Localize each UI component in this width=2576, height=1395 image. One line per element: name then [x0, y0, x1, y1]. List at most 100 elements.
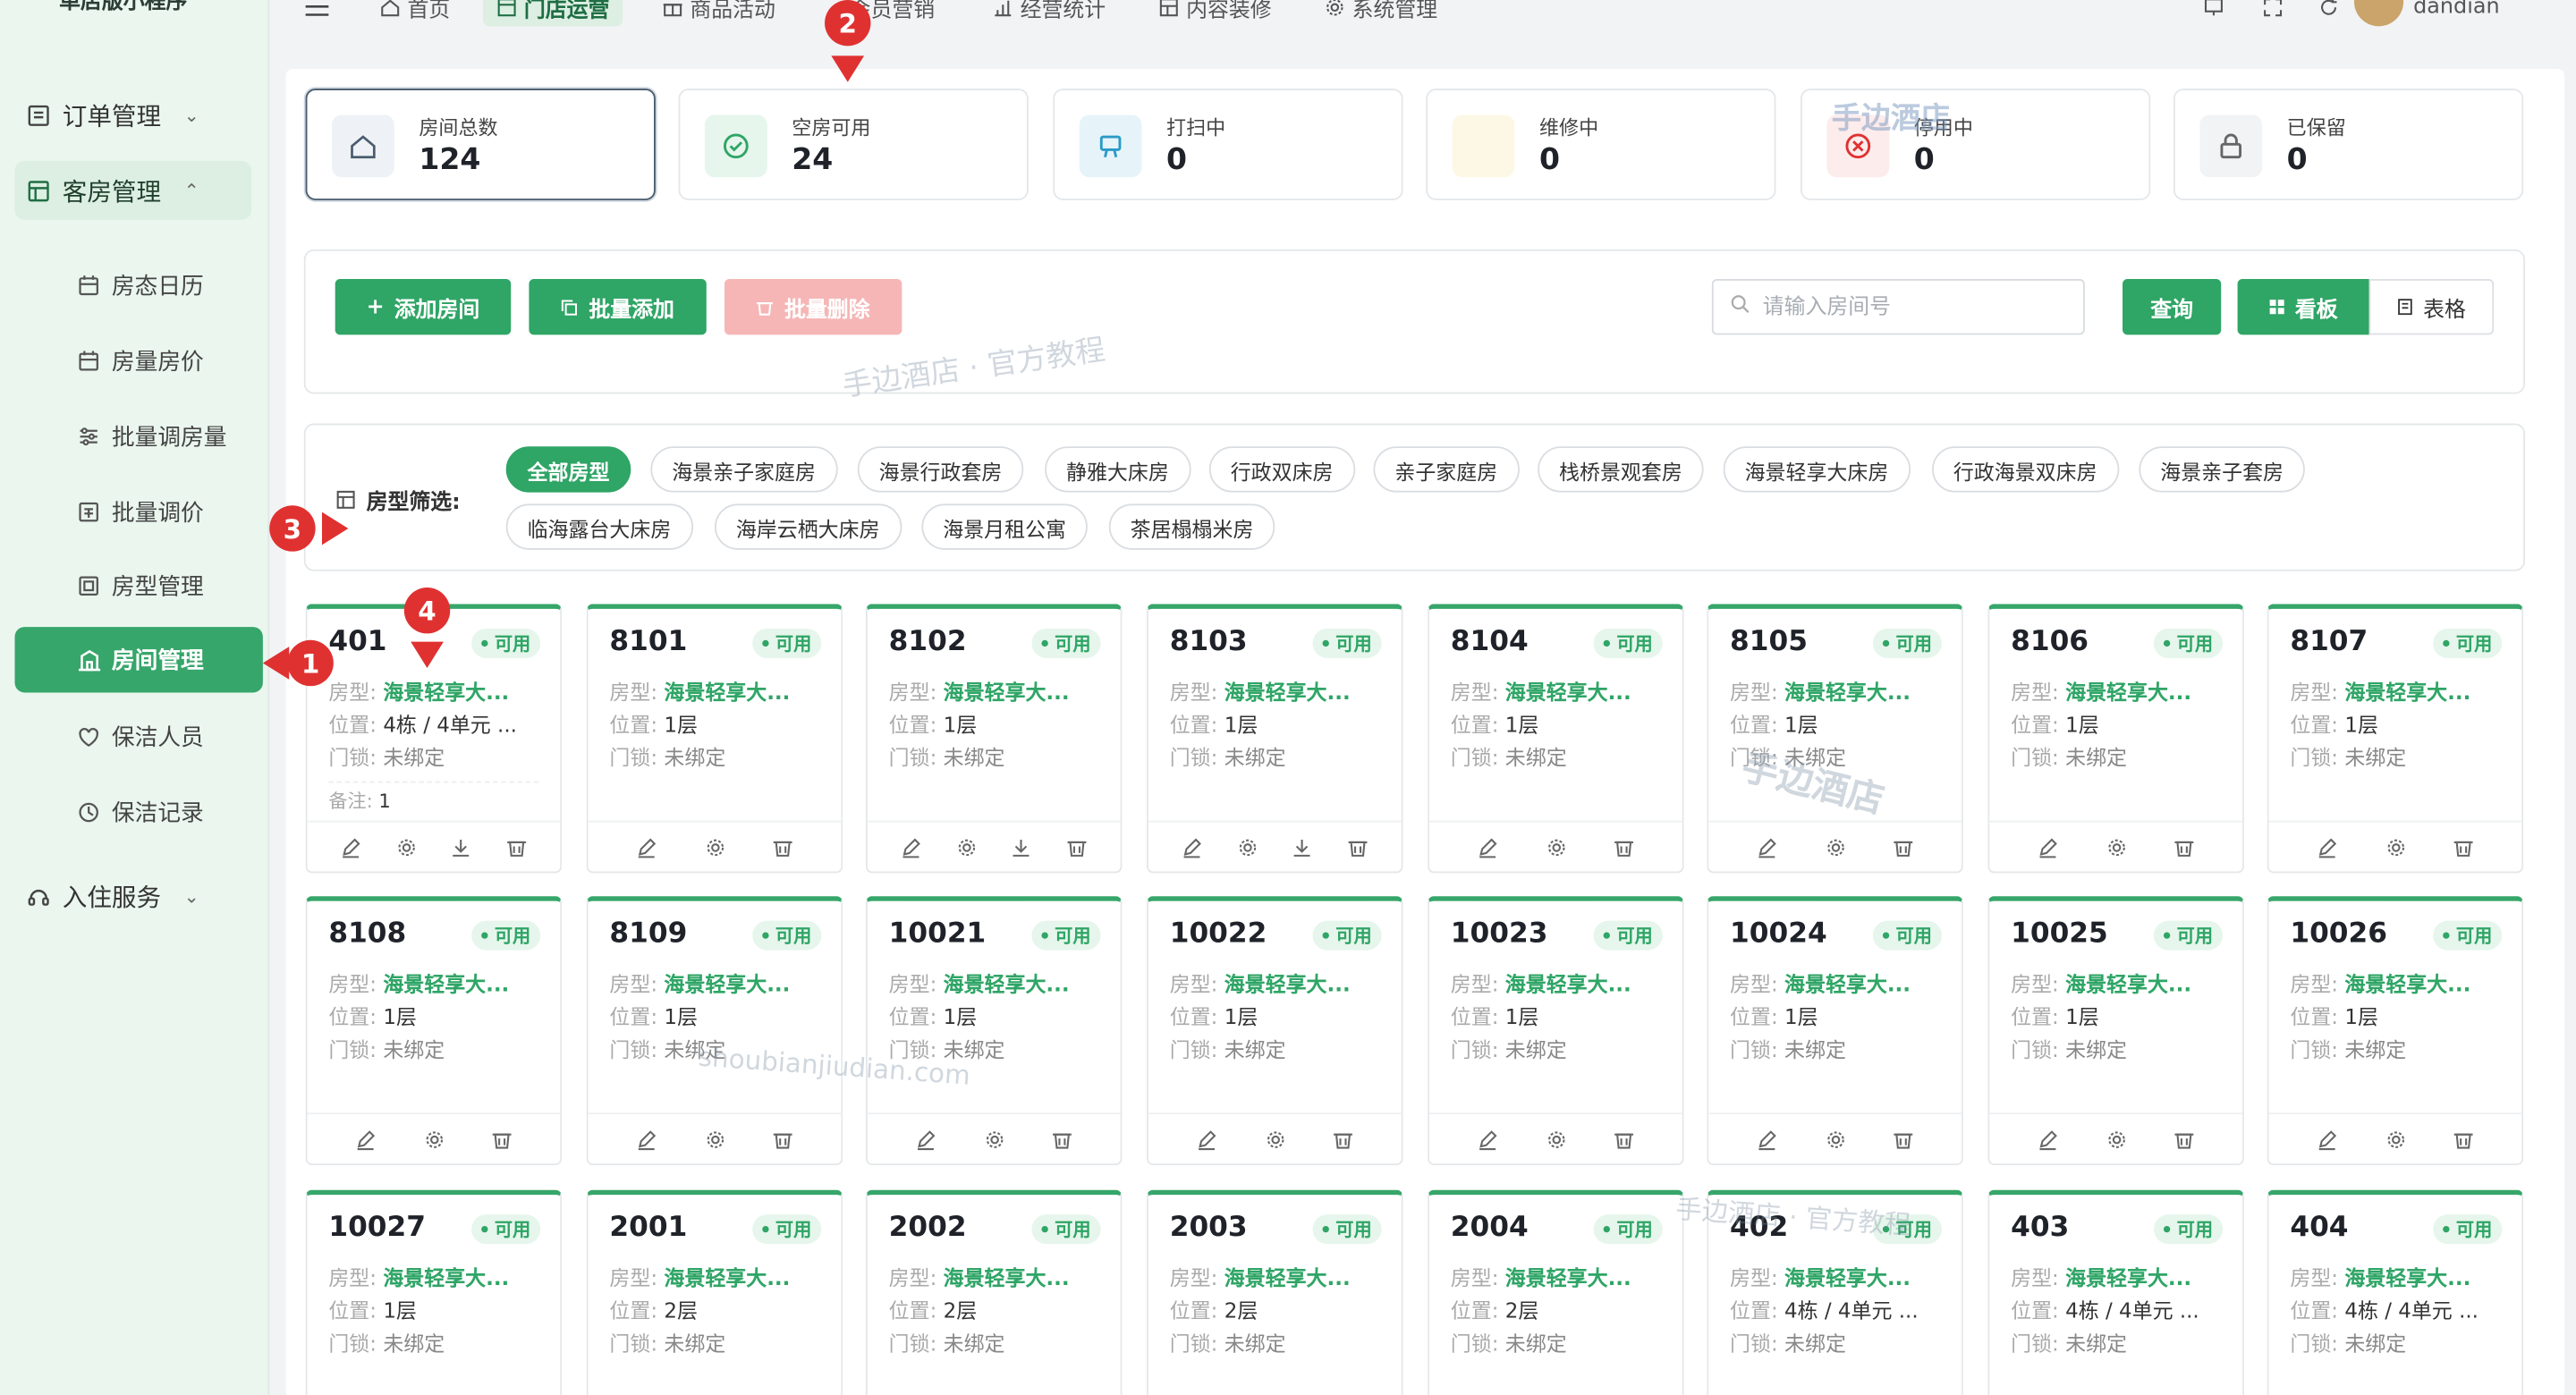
menu-room-management[interactable]: 客房管理 ⌃ — [14, 160, 252, 220]
settings-icon[interactable] — [395, 836, 417, 858]
delete-icon[interactable] — [773, 836, 794, 858]
room-type-value[interactable]: 海景轻享大... — [2344, 680, 2470, 705]
menu-room-management-active[interactable]: 房间管理 — [14, 627, 263, 693]
edit-icon[interactable] — [1182, 836, 1203, 858]
filter-chip[interactable]: 茶居榻榻米房 — [1108, 503, 1275, 550]
filter-chip[interactable]: 海景月租公寓 — [921, 503, 1088, 550]
delete-icon[interactable] — [1893, 836, 1914, 858]
room-type-value[interactable]: 海景轻享大... — [1784, 680, 1911, 705]
filter-chip[interactable]: 临海露台大床房 — [505, 503, 693, 550]
delete-icon[interactable] — [505, 836, 527, 858]
edit-icon[interactable] — [2316, 836, 2337, 858]
room-card[interactable]: 10021 可用 房型: 海景轻享大... 位置: 1层 门锁: 未绑定 — [865, 896, 1123, 1166]
edit-icon[interactable] — [915, 1129, 936, 1150]
delete-icon[interactable] — [1614, 836, 1635, 858]
menu-order-management[interactable]: 订单管理 ⌄ — [23, 85, 253, 144]
delete-icon[interactable] — [1893, 1129, 1914, 1150]
settings-icon[interactable] — [704, 1129, 725, 1150]
filter-chip[interactable]: 海景轻享大床房 — [1723, 446, 1911, 493]
filter-chip[interactable]: 海景亲子套房 — [2139, 446, 2305, 493]
table-view-button[interactable]: 表格 — [2368, 279, 2495, 335]
room-type-value[interactable]: 海景轻享大... — [1784, 971, 1911, 996]
room-card[interactable]: 2001 可用 房型: 海景轻享大... 位置: 2层 门锁: 未绑定 — [586, 1189, 843, 1395]
hamburger-icon[interactable] — [304, 0, 330, 23]
batch-delete-button[interactable]: 批量删除 — [724, 279, 902, 335]
stat-maintenance[interactable]: 维修中 0 — [1426, 89, 1776, 200]
settings-icon[interactable] — [1545, 1129, 1566, 1150]
settings-icon[interactable] — [1825, 1129, 1846, 1150]
room-card[interactable]: 404 可用 房型: 海景轻享大... 位置: 4栋 / 4单元 ... 门锁: 未绑定 — [2267, 1189, 2524, 1395]
delete-icon[interactable] — [2174, 836, 2195, 858]
query-button[interactable]: 查询 — [2123, 279, 2222, 335]
settings-icon[interactable] — [2106, 836, 2127, 858]
settings-icon[interactable] — [1237, 836, 1258, 858]
room-card[interactable]: 2002 可用 房型: 海景轻享大... 位置: 2层 门锁: 未绑定 — [865, 1189, 1123, 1395]
settings-icon[interactable] — [704, 836, 725, 858]
edit-icon[interactable] — [341, 836, 362, 858]
menu-room-price[interactable]: 房量房价 — [75, 336, 256, 385]
refresh-icon[interactable] — [2318, 0, 2340, 23]
filter-chip[interactable]: 海景亲子家庭房 — [650, 446, 837, 493]
room-type-value[interactable]: 海景轻享大... — [2065, 1265, 2191, 1290]
username[interactable]: dandian — [2413, 0, 2499, 23]
edit-icon[interactable] — [1756, 836, 1777, 858]
stat-reserved[interactable]: 已保留 0 — [2173, 89, 2524, 200]
avatar[interactable] — [2353, 0, 2404, 27]
filter-chip[interactable]: 海景行政套房 — [857, 446, 1024, 493]
delete-icon[interactable] — [1346, 836, 1368, 858]
edit-icon[interactable] — [1196, 1129, 1217, 1150]
room-type-value[interactable]: 海景轻享大... — [1224, 971, 1351, 996]
room-card[interactable]: 8109 可用 房型: 海景轻享大... 位置: 1层 门锁: 未绑定 — [586, 896, 843, 1166]
delete-icon[interactable] — [1065, 836, 1087, 858]
download-icon[interactable] — [451, 836, 472, 858]
room-type-value[interactable]: 海景轻享大... — [944, 680, 1070, 705]
menu-checkin-service[interactable]: 入住服务 ⌄ — [23, 867, 253, 926]
room-card[interactable]: 10025 可用 房型: 海景轻享大... 位置: 1层 门锁: 未绑定 — [1987, 896, 2244, 1166]
filter-chip[interactable]: 亲子家庭房 — [1373, 446, 1520, 493]
edit-icon[interactable] — [635, 836, 657, 858]
room-type-value[interactable]: 海景轻享大... — [383, 1265, 509, 1290]
room-type-value[interactable]: 海景轻享大... — [2065, 680, 2191, 705]
filter-chip[interactable]: 海岸云栖大床房 — [714, 503, 902, 550]
delete-icon[interactable] — [1333, 1129, 1354, 1150]
room-type-value[interactable]: 海景轻享大... — [383, 971, 509, 996]
room-card[interactable]: 8106 可用 房型: 海景轻享大... 位置: 1层 门锁: 未绑定 — [1987, 604, 2244, 874]
delete-icon[interactable] — [1052, 1129, 1073, 1150]
nav-store-operations[interactable]: 门店运营 — [482, 0, 623, 27]
room-type-value[interactable]: 海景轻享大... — [944, 971, 1070, 996]
room-card[interactable]: 8104 可用 房型: 海景轻享大... 位置: 1层 门锁: 未绑定 — [1428, 604, 1684, 874]
room-card[interactable]: 10027 可用 房型: 海景轻享大... 位置: 1层 门锁: 未绑定 — [305, 1189, 563, 1395]
menu-batch-price[interactable]: 批量调价 — [75, 487, 256, 537]
chip-all-room-types[interactable]: 全部房型 — [505, 446, 631, 493]
room-type-value[interactable]: 海景轻享大... — [1505, 680, 1631, 705]
settings-icon[interactable] — [1264, 1129, 1285, 1150]
room-card[interactable]: 10026 可用 房型: 海景轻享大... 位置: 1层 门锁: 未绑定 — [2267, 896, 2524, 1166]
filter-chip[interactable]: 行政海景双床房 — [1931, 446, 2119, 493]
stat-cleaning[interactable]: 打扫中 0 — [1053, 89, 1403, 200]
nav-system-management[interactable]: 系统管理 — [1324, 0, 1437, 23]
room-card[interactable]: 10024 可用 房型: 海景轻享大... 位置: 1层 门锁: 未绑定 — [1707, 896, 1963, 1166]
batch-add-button[interactable]: 批量添加 — [529, 279, 707, 335]
filter-chip[interactable]: 静雅大床房 — [1045, 446, 1191, 493]
room-type-value[interactable]: 海景轻享大... — [664, 971, 790, 996]
room-card[interactable]: 2003 可用 房型: 海景轻享大... 位置: 2层 门锁: 未绑定 — [1147, 1189, 1403, 1395]
download-icon[interactable] — [1011, 836, 1032, 858]
search-input[interactable] — [1759, 292, 2063, 321]
room-card[interactable]: 8107 可用 房型: 海景轻享大... 位置: 1层 门锁: 未绑定 — [2267, 604, 2524, 874]
settings-icon[interactable] — [2106, 1129, 2127, 1150]
room-card[interactable]: 8102 可用 房型: 海景轻享大... 位置: 1层 门锁: 未绑定 — [865, 604, 1123, 874]
room-search-field[interactable] — [1711, 279, 2085, 335]
download-icon[interactable] — [1292, 836, 1313, 858]
delete-icon[interactable] — [773, 1129, 794, 1150]
delete-icon[interactable] — [2453, 836, 2475, 858]
room-type-value[interactable]: 海景轻享大... — [1505, 1265, 1631, 1290]
nav-content-decoration[interactable]: 内容装修 — [1158, 0, 1272, 23]
room-card[interactable]: 2004 可用 房型: 海景轻享大... 位置: 2层 门锁: 未绑定 — [1428, 1189, 1684, 1395]
room-card[interactable]: 10022 可用 房型: 海景轻享大... 位置: 1层 门锁: 未绑定 — [1147, 896, 1403, 1166]
filter-chip[interactable]: 行政双床房 — [1208, 446, 1355, 493]
edit-icon[interactable] — [1756, 1129, 1777, 1150]
edit-icon[interactable] — [635, 1129, 657, 1150]
room-card[interactable]: 8105 可用 房型: 海景轻享大... 位置: 1层 门锁: 未绑定 — [1707, 604, 1963, 874]
room-card[interactable]: 8101 可用 房型: 海景轻享大... 位置: 1层 门锁: 未绑定 — [586, 604, 843, 874]
room-card[interactable]: 403 可用 房型: 海景轻享大... 位置: 4栋 / 4单元 ... 门锁: 未绑定 — [1987, 1189, 2244, 1395]
